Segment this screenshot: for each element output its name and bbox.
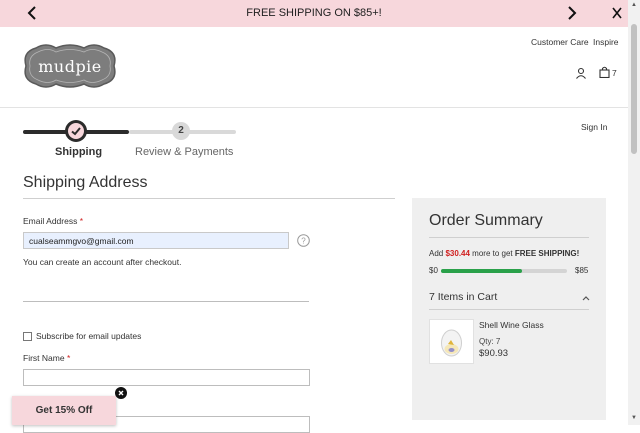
- promo-close-button[interactable]: [611, 3, 623, 27]
- email-value: cualseammgvo@gmail.com: [29, 236, 134, 246]
- chevron-left-icon: [27, 6, 36, 20]
- first-name-field[interactable]: [23, 369, 310, 386]
- email-label-text: Email Address: [23, 216, 78, 226]
- items-in-cart-toggle[interactable]: 7 Items in Cart: [429, 291, 497, 303]
- header-divider: [0, 107, 628, 108]
- cart-button[interactable]: [599, 65, 610, 83]
- customer-care-link[interactable]: Customer Care: [531, 37, 589, 47]
- form-divider: [23, 301, 309, 302]
- required-mark: *: [79, 216, 84, 226]
- step-1-inner: [68, 123, 84, 139]
- user-icon: [576, 67, 586, 79]
- cart-count: 7: [612, 68, 617, 78]
- shipping-address-title: Shipping Address: [23, 174, 148, 191]
- product-price: $90.93: [479, 348, 509, 359]
- required-mark: *: [66, 353, 71, 363]
- shipping-amount: $30.44: [445, 249, 470, 258]
- email-label: Email Address *: [23, 216, 83, 226]
- scrollbar-thumb[interactable]: [631, 24, 637, 154]
- inspire-link[interactable]: Inspire: [593, 37, 619, 47]
- question-circle-icon: ?: [297, 234, 310, 247]
- promo-text: FREE SHIPPING ON $85+!: [246, 7, 382, 19]
- close-icon: [118, 390, 124, 396]
- product-name[interactable]: Shell Wine Glass: [479, 320, 544, 330]
- step-2-label[interactable]: Review & Payments: [135, 146, 233, 158]
- progress-min: $0: [429, 266, 438, 275]
- account-button[interactable]: [575, 66, 587, 84]
- product-image[interactable]: [429, 319, 474, 364]
- chevron-right-icon: [568, 6, 577, 20]
- scroll-down-arrow[interactable]: ▼: [629, 415, 639, 421]
- order-summary-title: Order Summary: [429, 212, 543, 229]
- checkmark-icon: [71, 127, 81, 136]
- free-shipping-label: FREE SHIPPING!: [514, 249, 580, 258]
- progress-max: $85: [575, 266, 589, 275]
- product-qty: Qty: 7: [479, 337, 501, 346]
- collapse-cart-button[interactable]: [581, 290, 591, 308]
- svg-text:?: ?: [301, 237, 306, 246]
- step-1-marker: [65, 120, 87, 142]
- first-name-label: First Name *: [23, 353, 70, 363]
- popup-close-button[interactable]: [115, 387, 127, 399]
- subscribe-checkbox[interactable]: [23, 332, 32, 341]
- promo-next-button[interactable]: [566, 3, 578, 27]
- shipping-title-divider: [23, 198, 395, 199]
- close-icon: [612, 7, 622, 19]
- promo-prev-button[interactable]: [26, 3, 38, 27]
- subscribe-label[interactable]: Subscribe for email updates: [36, 331, 141, 341]
- email-field[interactable]: cualseammgvo@gmail.com: [23, 232, 289, 249]
- account-note: You can create an account after checkout…: [23, 257, 182, 267]
- chevron-up-icon: [582, 296, 590, 301]
- step-1-label: Shipping: [55, 146, 103, 158]
- step-2-marker: 2: [172, 122, 190, 140]
- summary-title-divider: [429, 237, 589, 238]
- scroll-up-arrow[interactable]: ▲: [629, 2, 639, 8]
- wine-glass-icon: [441, 329, 462, 357]
- shopping-bag-icon: [599, 66, 610, 79]
- step-2-number: 2: [178, 125, 184, 136]
- free-shipping-message: Add $30.44 more to get FREE SHIPPING!: [429, 249, 579, 258]
- shipping-progress-fill: [441, 269, 522, 273]
- shipping-mid: more to get: [469, 249, 515, 258]
- discount-popup-text[interactable]: Get 15% Off: [12, 405, 116, 416]
- shipping-prefix: Add: [429, 249, 446, 258]
- sign-in-link[interactable]: Sign In: [581, 122, 607, 132]
- shipping-progress-track: [441, 269, 567, 273]
- email-help-button[interactable]: ?: [297, 234, 310, 252]
- cart-divider: [429, 309, 589, 310]
- first-name-label-text: First Name: [23, 353, 65, 363]
- logo-text: mudpie: [38, 57, 102, 76]
